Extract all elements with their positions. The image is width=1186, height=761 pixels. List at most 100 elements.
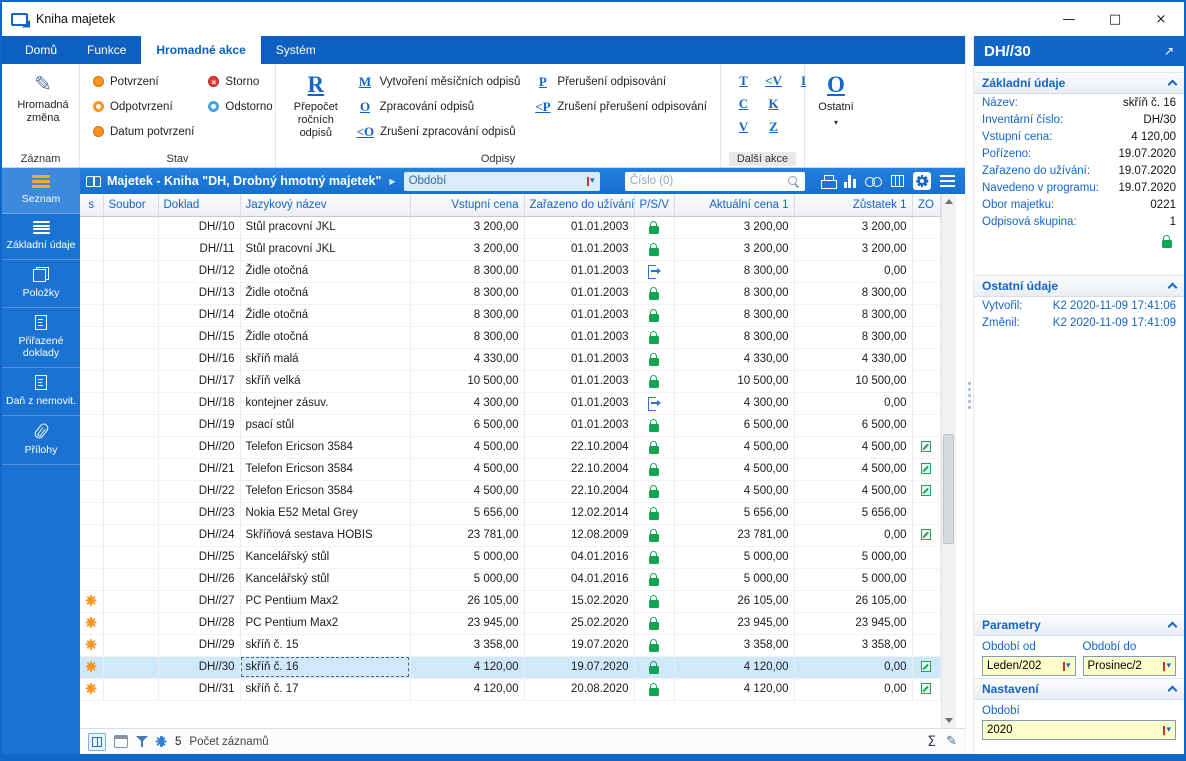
table-row[interactable]: DH//11Stůl pracovní JKL3 200,0001.01.200… — [80, 238, 940, 260]
table-row[interactable]: DH//24Skříňová sestava HOBIS23 781,0012.… — [80, 524, 940, 546]
odpotvrzeni-button[interactable]: Odpotvrzení — [86, 94, 201, 119]
period-combo[interactable]: 2020 ▾ — [982, 720, 1176, 740]
sidebar-item-prilohy[interactable]: Přílohy — [2, 416, 80, 465]
zruseni-preruseni-odpisovani-button[interactable]: <P Zrušení přerušení odpisování — [527, 94, 714, 119]
panel-splitter[interactable] — [965, 36, 974, 754]
tab-hromadne-akce[interactable]: Hromadné akce — [141, 36, 260, 64]
col-header-doklad[interactable]: Doklad — [158, 194, 240, 216]
close-button[interactable]: × — [1138, 2, 1184, 36]
expand-panel-icon[interactable]: ↗ — [1164, 44, 1174, 58]
prepocet-rocnich-odpisu-button[interactable]: R Přepočet ročních odpisů — [282, 69, 350, 149]
table-row[interactable]: DH//13Židle otočná8 300,0001.01.20038 30… — [80, 282, 940, 304]
col-header-psv[interactable]: P/S/V — [634, 194, 674, 216]
edit-pencil-icon[interactable]: ✎ — [946, 734, 957, 749]
gear-icon[interactable] — [913, 172, 931, 190]
binoculars-icon[interactable] — [865, 176, 882, 186]
scroll-down-arrow[interactable] — [942, 713, 957, 728]
col-header-zustatek[interactable]: Zůstatek 1 — [794, 194, 912, 216]
table-row[interactable]: DH//14Židle otočná8 300,0001.01.20038 30… — [80, 304, 940, 326]
col-header-s[interactable]: s — [80, 194, 103, 216]
period-dropdown-icon[interactable]: ▾ — [1163, 661, 1171, 671]
table-row[interactable]: DH//29skříň č. 153 358,0019.07.20203 358… — [80, 634, 940, 656]
table-row[interactable]: DH//19psací stůl6 500,0001.01.20036 500,… — [80, 414, 940, 436]
table-row[interactable]: DH//25Kancelářský stůl5 000,0004.01.2016… — [80, 546, 940, 568]
cell-zo — [912, 568, 940, 590]
columns-icon[interactable] — [891, 175, 904, 187]
datum-potvrzeni-button[interactable]: Datum potvrzení — [86, 119, 201, 144]
sum-icon[interactable]: Σ — [927, 734, 936, 750]
sidebar-item-dan-z-nemovitosti[interactable]: Daň z nemovit. — [2, 368, 80, 416]
table-row[interactable]: DH//10Stůl pracovní JKL3 200,0001.01.200… — [80, 216, 940, 238]
col-header-vstupni-cena[interactable]: Vstupní cena — [410, 194, 524, 216]
sidebar-item-zakladni-udaje[interactable]: Základní údaje — [2, 214, 80, 260]
number-filter-input[interactable]: Číslo (0) — [625, 172, 805, 191]
minimize-button[interactable]: — — [1046, 2, 1092, 36]
letter-c-button[interactable]: C — [735, 96, 752, 112]
period-to-combo[interactable]: Prosinec/2 ▾ — [1083, 656, 1177, 676]
period-dropdown-icon[interactable]: ▾ — [1063, 661, 1071, 671]
preruseni-odpisovani-button[interactable]: P Přerušení odpisování — [527, 69, 714, 94]
period-dropdown-icon[interactable]: ▾ — [587, 176, 595, 186]
vertical-scrollbar[interactable] — [941, 194, 956, 728]
table-row[interactable]: DH//12Židle otočná8 300,0001.01.20038 30… — [80, 260, 940, 282]
grid-menu-icon[interactable] — [940, 175, 955, 186]
col-header-aktualni-cena[interactable]: Aktuální cena 1 — [674, 194, 794, 216]
zpracovani-odpisu-button[interactable]: O Zpracování odpisů — [350, 94, 528, 119]
sidebar-item-prirazene-doklady[interactable]: Přiřazené doklady — [2, 308, 80, 368]
sidebar-item-polozky[interactable]: Položky — [2, 260, 80, 308]
tab-system[interactable]: Systém — [261, 36, 331, 64]
tab-domu[interactable]: Domů — [10, 36, 72, 64]
letter-back-v-button[interactable]: <V — [765, 73, 782, 89]
section-header-zakladni-udaje[interactable]: Základní údaje — [974, 72, 1184, 94]
letter-k-button[interactable]: K — [765, 96, 782, 112]
play-arrow-icon[interactable]: ▶ — [389, 177, 395, 186]
storno-button[interactable]: × Storno — [201, 69, 279, 94]
print-icon[interactable] — [821, 175, 835, 188]
tab-funkce[interactable]: Funkce — [72, 36, 141, 64]
table-row[interactable]: DH//16skříň malá4 330,0001.01.20034 330,… — [80, 348, 940, 370]
section-header-ostatni-udaje[interactable]: Ostatní údaje — [974, 275, 1184, 297]
scroll-up-arrow[interactable] — [942, 194, 957, 209]
ostatni-button[interactable]: O Ostatní ▾ — [811, 69, 861, 129]
table-row[interactable]: DH//20Telefon Ericson 35844 500,0022.10.… — [80, 436, 940, 458]
vytvoreni-mesicnich-odpisu-button[interactable]: M Vytvoření měsíčních odpisů — [350, 69, 528, 94]
scrollbar-thumb[interactable] — [943, 434, 954, 544]
period-from-combo[interactable]: Leden/202 ▾ — [982, 656, 1076, 676]
col-header-zo[interactable]: ZO — [912, 194, 940, 216]
calendar-icon[interactable] — [114, 735, 128, 748]
section-header-parametry[interactable]: Parametry — [974, 614, 1184, 636]
col-header-soubor[interactable]: Soubor — [103, 194, 158, 216]
col-header-zarazeno[interactable]: Zařazeno do užívání — [524, 194, 634, 216]
bulk-change-button[interactable]: ✎ Hromadná změna — [8, 69, 78, 125]
table-row[interactable]: DH//28PC Pentium Max223 945,0025.02.2020… — [80, 612, 940, 634]
table-row[interactable]: DH//26Kancelářský stůl5 000,0004.01.2016… — [80, 568, 940, 590]
letter-t-button[interactable]: T — [735, 73, 752, 89]
field-value: 19.07.2020 — [1118, 165, 1176, 177]
new-records-star-icon[interactable] — [156, 736, 167, 747]
group-label-dalsi-akce[interactable]: Další akce — [721, 153, 804, 165]
table-row[interactable]: DH//22Telefon Ericson 35844 500,0022.10.… — [80, 480, 940, 502]
zruseni-zpracovani-odpisu-button[interactable]: <O Zrušení zpracování odpisů — [350, 119, 528, 144]
letter-z-button[interactable]: Z — [765, 119, 782, 135]
table-row[interactable]: DH//23Nokia E52 Metal Grey5 656,0012.02.… — [80, 502, 940, 524]
section-header-nastaveni[interactable]: Nastavení — [974, 678, 1184, 700]
odstorno-button[interactable]: Odstorno — [201, 94, 279, 119]
letter-v-button[interactable]: V — [735, 119, 752, 135]
field-label: Pořízeno: — [982, 148, 1031, 160]
table-row[interactable]: DH//18kontejner zásuv.4 300,0001.01.2003… — [80, 392, 940, 414]
table-row[interactable]: DH//30skříň č. 164 120,0019.07.20204 120… — [80, 656, 940, 678]
filter-funnel-icon[interactable] — [136, 735, 148, 748]
table-row[interactable]: DH//27PC Pentium Max226 105,0015.02.2020… — [80, 590, 940, 612]
table-row[interactable]: DH//17skříň velká10 500,0001.01.200310 5… — [80, 370, 940, 392]
table-row[interactable]: DH//31skříň č. 174 120,0020.08.20204 120… — [80, 678, 940, 700]
col-header-jazykovy-nazev[interactable]: Jazykový název — [240, 194, 410, 216]
period-dropdown-icon[interactable]: ▾ — [1163, 725, 1171, 735]
maximize-button[interactable]: □ — [1092, 2, 1138, 36]
period-filter-input[interactable]: Období ▾ — [404, 172, 600, 191]
chart-icon[interactable] — [844, 175, 856, 188]
view-columns-toggle-icon[interactable] — [88, 733, 106, 751]
potvrzeni-button[interactable]: Potvrzení — [86, 69, 201, 94]
table-row[interactable]: DH//21Telefon Ericson 35844 500,0022.10.… — [80, 458, 940, 480]
sidebar-item-seznam[interactable]: Seznam — [2, 168, 80, 214]
table-row[interactable]: DH//15Židle otočná8 300,0001.01.20038 30… — [80, 326, 940, 348]
